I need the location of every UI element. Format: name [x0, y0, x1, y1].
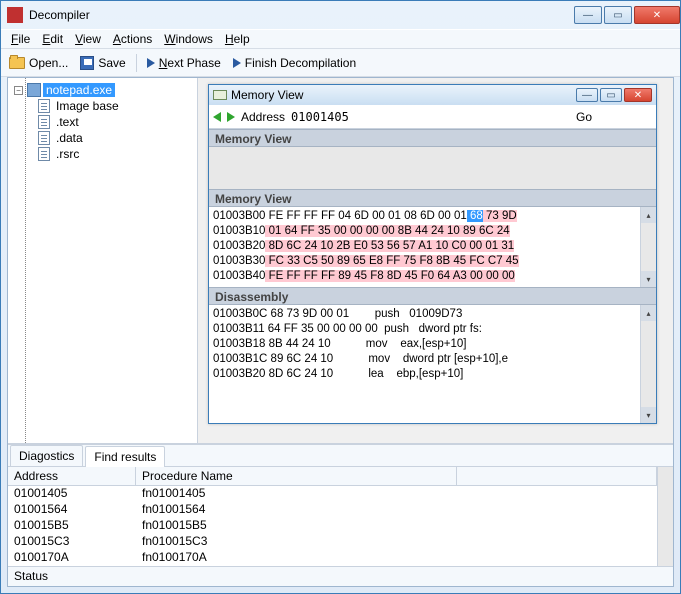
hex-row[interactable]: 01003B00 FE FF FF FF 04 6D 00 01 08 6D 0…	[213, 209, 656, 224]
tree-root-label: notepad.exe	[43, 83, 115, 97]
scroll-up-icon[interactable]: ▴	[641, 305, 656, 321]
bottom-panel: Diagostics Find results Address Procedur…	[8, 444, 673, 566]
section-header-memview1: Memory View	[209, 129, 656, 147]
tree-item-text[interactable]: .text	[10, 114, 195, 130]
titlebar[interactable]: Decompiler — ▭ ✕	[1, 1, 680, 29]
document-icon	[38, 147, 50, 161]
toolbar-separator	[136, 54, 137, 72]
save-icon	[80, 56, 94, 70]
disassembly-row[interactable]: 01003B11 64 FF 35 00 00 00 00 push dword…	[213, 322, 656, 337]
tab-find-results[interactable]: Find results	[85, 446, 165, 467]
address-label: Address	[241, 110, 285, 124]
bottom-tabstrip: Diagostics Find results	[8, 445, 673, 467]
results-row[interactable]: 01001564fn01001564	[8, 502, 657, 518]
tree-item-data[interactable]: .data	[10, 130, 195, 146]
inner-close-button[interactable]: ✕	[624, 88, 652, 102]
minimize-button[interactable]: —	[574, 6, 602, 24]
status-bar: Status	[8, 566, 673, 586]
col-address[interactable]: Address	[8, 467, 136, 485]
hex-row[interactable]: 01003B40 FE FF FF FF 89 45 F8 8D 45 F0 6…	[213, 269, 656, 284]
upper-split: − notepad.exe Image base .text .data	[8, 78, 673, 444]
address-bar: Address Go	[209, 105, 656, 129]
toolbar-open[interactable]: Open...	[5, 54, 72, 72]
tree-item-image-base[interactable]: Image base	[10, 98, 195, 114]
find-results-table[interactable]: Address Procedure Name 01001405fn0100140…	[8, 467, 657, 566]
hex-row[interactable]: 01003B20 8D 6C 24 10 2B E0 53 56 57 A1 1…	[213, 239, 656, 254]
document-icon	[38, 115, 50, 129]
disasm-scrollbar[interactable]: ▴ ▾	[640, 305, 656, 423]
tab-diagnostics[interactable]: Diagostics	[10, 445, 83, 466]
hex-row[interactable]: 01003B10 01 64 FF 35 00 00 00 00 8B 44 2…	[213, 224, 656, 239]
document-icon	[38, 131, 50, 145]
nav-forward-icon[interactable]	[227, 112, 235, 122]
scroll-up-icon[interactable]: ▴	[641, 207, 656, 223]
menu-windows[interactable]: Windows	[158, 30, 219, 48]
memory-view-summary-area	[209, 147, 656, 189]
hex-dump[interactable]: 01003B00 FE FF FF FF 04 6D 00 01 08 6D 0…	[209, 207, 656, 287]
app-title: Decompiler	[29, 8, 572, 22]
results-row[interactable]: 0100170Afn0100170A	[8, 550, 657, 566]
menu-help[interactable]: Help	[219, 30, 256, 48]
document-icon	[38, 99, 50, 113]
tree-root[interactable]: − notepad.exe	[10, 82, 195, 98]
close-button[interactable]: ✕	[634, 6, 680, 24]
menu-view[interactable]: View	[69, 30, 107, 48]
disassembly-row[interactable]: 01003B20 8D 6C 24 10 lea ebp,[esp+10]	[213, 367, 656, 382]
results-header: Address Procedure Name	[8, 467, 657, 486]
app-icon	[7, 7, 23, 23]
memory-view-icon	[213, 90, 227, 100]
menu-bar: File Edit View Actions Windows Help	[1, 29, 680, 49]
toolbar: Open... Save Next Phase Finish Decompila…	[1, 49, 680, 77]
disassembly-listing[interactable]: 01003B0C 68 73 9D 00 01 push 01009D73010…	[209, 305, 656, 423]
memory-view-window: Memory View — ▭ ✕ Address Go	[208, 84, 657, 424]
menu-file[interactable]: File	[5, 30, 36, 48]
section-header-disasm: Disassembly	[209, 287, 656, 305]
section-header-memview2: Memory View	[209, 189, 656, 207]
menu-edit[interactable]: Edit	[36, 30, 69, 48]
toolbar-finish-decompilation[interactable]: Finish Decompilation	[229, 54, 360, 72]
results-row[interactable]: 010015C3fn010015C3	[8, 534, 657, 550]
col-empty[interactable]	[457, 467, 657, 485]
results-row[interactable]: 010015B5fn010015B5	[8, 518, 657, 534]
disassembly-row[interactable]: 01003B1C 89 6C 24 10 mov dword ptr [esp+…	[213, 352, 656, 367]
play-icon	[147, 58, 155, 68]
open-icon	[9, 57, 25, 69]
toolbar-save[interactable]: Save	[76, 54, 129, 72]
inner-titlebar[interactable]: Memory View — ▭ ✕	[209, 85, 656, 105]
disassembly-row[interactable]: 01003B0C 68 73 9D 00 01 push 01009D73	[213, 307, 656, 322]
scroll-down-icon[interactable]: ▾	[641, 407, 656, 423]
disassembly-row[interactable]: 01003B18 8B 44 24 10 mov eax,[esp+10]	[213, 337, 656, 352]
hex-scrollbar[interactable]: ▴ ▾	[640, 207, 656, 287]
inner-maximize-button[interactable]: ▭	[600, 88, 622, 102]
nav-back-icon[interactable]	[213, 112, 221, 122]
inner-title-text: Memory View	[231, 88, 570, 102]
maximize-button[interactable]: ▭	[604, 6, 632, 24]
scroll-down-icon[interactable]: ▾	[641, 271, 656, 287]
inner-minimize-button[interactable]: —	[576, 88, 598, 102]
address-input[interactable]	[291, 110, 381, 124]
play-icon	[233, 58, 241, 68]
app-window: Decompiler — ▭ ✕ File Edit View Actions …	[0, 0, 681, 594]
toolbar-next-phase[interactable]: Next Phase	[143, 54, 225, 72]
mdi-area: Memory View — ▭ ✕ Address Go	[198, 78, 673, 443]
tree-expander[interactable]: −	[14, 86, 23, 95]
executable-icon	[27, 83, 41, 97]
results-scrollbar[interactable]	[657, 467, 673, 566]
go-button[interactable]: Go	[576, 110, 592, 124]
results-row[interactable]: 01001405fn01001405	[8, 486, 657, 502]
project-tree[interactable]: − notepad.exe Image base .text .data	[8, 78, 198, 443]
tree-item-rsrc[interactable]: .rsrc	[10, 146, 195, 162]
hex-row[interactable]: 01003B30 FC 33 C5 50 89 65 E8 FF 75 F8 8…	[213, 254, 656, 269]
menu-actions[interactable]: Actions	[107, 30, 158, 48]
client-area: − notepad.exe Image base .text .data	[7, 77, 674, 587]
col-procedure-name[interactable]: Procedure Name	[136, 467, 457, 485]
